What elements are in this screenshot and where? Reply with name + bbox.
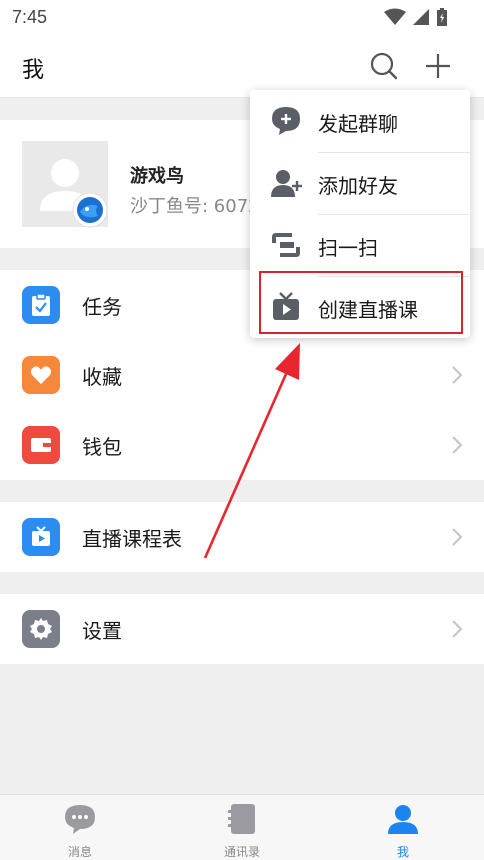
- clipboard-icon: [22, 286, 60, 324]
- popup-item-scan[interactable]: 扫一扫: [250, 214, 470, 276]
- scan-icon: [272, 233, 300, 257]
- menu-item-wallet[interactable]: 钱包: [0, 410, 484, 480]
- chevron-right-icon: [452, 366, 463, 384]
- chat-bubble-icon: [65, 805, 95, 834]
- tab-label-messages: 消息: [67, 845, 92, 859]
- menu-label-favorites: 收藏: [82, 364, 122, 389]
- menu-label-wallet: 钱包: [82, 434, 122, 459]
- header: 我: [0, 34, 484, 98]
- signal-icon: [413, 9, 429, 25]
- menu-item-settings[interactable]: 设置: [0, 594, 484, 664]
- menu-label-live-schedule: 直播课程表: [82, 526, 182, 551]
- add-friend-icon: [271, 170, 302, 197]
- address-book-icon: [228, 804, 255, 834]
- tab-contacts[interactable]: 通讯录: [202, 803, 282, 860]
- add-icon[interactable]: [422, 50, 454, 82]
- person-icon: [388, 805, 418, 834]
- menu-label-tasks: 任务: [82, 294, 122, 319]
- popup-label-scan: 扫一扫: [318, 236, 378, 260]
- profile-name: 游戏鸟: [130, 166, 184, 187]
- popup-item-group-chat[interactable]: 发起群聊: [250, 90, 470, 152]
- menu-group-3: 设置: [0, 594, 484, 664]
- tab-label-contacts: 通讯录: [223, 845, 260, 859]
- gear-icon: [22, 610, 60, 648]
- menu-group-2: 直播课程表: [0, 502, 484, 572]
- chevron-right-icon: [452, 436, 463, 454]
- highlight-box: [259, 271, 463, 334]
- page-title: 我: [22, 58, 45, 83]
- wallet-icon: [22, 426, 60, 464]
- profile-id: 沙丁鱼号: 6072: [130, 196, 260, 217]
- popup-label-group-chat: 发起群聊: [318, 112, 398, 136]
- chevron-right-icon: [452, 620, 463, 638]
- wifi-icon: [384, 8, 406, 25]
- sardine-badge-icon: [72, 192, 108, 228]
- bottom-tab-bar: 消息 通讯录 我: [0, 794, 484, 860]
- tab-me[interactable]: 我: [363, 803, 443, 860]
- tv-play-icon: [22, 518, 60, 556]
- tab-messages[interactable]: 消息: [40, 803, 120, 860]
- tab-label-me: 我: [396, 845, 409, 859]
- popup-item-add-friend[interactable]: 添加好友: [250, 152, 470, 214]
- menu-item-favorites[interactable]: 收藏: [0, 340, 484, 410]
- chat-add-icon: [272, 107, 300, 135]
- status-icons: [384, 7, 448, 27]
- heart-icon: [22, 356, 60, 394]
- menu-label-settings: 设置: [82, 618, 122, 643]
- chevron-right-icon: [452, 528, 463, 546]
- search-icon[interactable]: [368, 50, 400, 82]
- status-bar: 7:45: [0, 0, 484, 34]
- menu-item-live-schedule[interactable]: 直播课程表: [0, 502, 484, 572]
- status-time: 7:45: [12, 6, 48, 27]
- battery-icon: [437, 8, 447, 26]
- popup-label-add-friend: 添加好友: [318, 174, 398, 198]
